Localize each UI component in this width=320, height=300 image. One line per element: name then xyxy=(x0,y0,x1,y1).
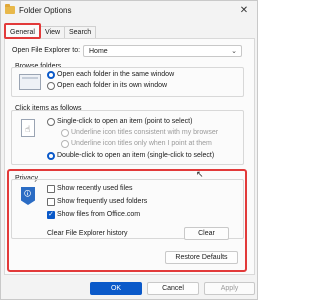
checkbox-frequent-folders[interactable] xyxy=(47,198,55,206)
title-bar: Folder Options ✕ xyxy=(1,1,257,21)
radio-single-click[interactable] xyxy=(47,118,55,126)
clear-button[interactable]: Clear xyxy=(184,227,229,240)
folder-icon xyxy=(5,4,15,14)
pointer-hand-icon xyxy=(21,119,35,137)
checkbox-recent-files[interactable] xyxy=(47,185,55,193)
underline-browser-label[interactable]: Underline icon titles consistent with my… xyxy=(71,129,218,136)
chevron-down-icon: ⌄ xyxy=(231,48,237,55)
tab-general[interactable]: General xyxy=(4,23,41,39)
same-window-label[interactable]: Open each folder in the same window xyxy=(57,71,174,78)
open-explorer-select[interactable]: Home ⌄ xyxy=(83,45,242,57)
close-button[interactable]: ✕ xyxy=(237,4,251,18)
frequent-folders-label[interactable]: Show frequently used folders xyxy=(57,198,147,205)
folder-options-dialog: Folder Options ✕ General View Search Ope… xyxy=(0,0,258,300)
restore-defaults-button[interactable]: Restore Defaults xyxy=(165,251,238,264)
radio-underline-browser[interactable] xyxy=(61,129,69,137)
window-title: Folder Options xyxy=(19,6,72,15)
checkbox-office-files[interactable]: ✓ xyxy=(47,211,55,219)
recent-files-label[interactable]: Show recently used files xyxy=(57,185,132,192)
browse-folders-icon xyxy=(19,74,41,90)
open-explorer-label: Open File Explorer to: xyxy=(12,47,81,54)
radio-double-click[interactable] xyxy=(47,152,55,160)
open-explorer-value: Home xyxy=(89,48,108,55)
underline-point-label[interactable]: Underline icon titles only when I point … xyxy=(71,140,212,147)
office-files-label[interactable]: Show files from Office.com xyxy=(57,211,140,218)
ok-button[interactable]: OK xyxy=(90,282,142,295)
double-click-label[interactable]: Double-click to open an item (single-cli… xyxy=(57,152,214,159)
radio-own-window[interactable] xyxy=(47,82,55,90)
single-click-label[interactable]: Single-click to open an item (point to s… xyxy=(57,118,192,125)
clear-history-label: Clear File Explorer history xyxy=(47,230,128,237)
own-window-label[interactable]: Open each folder in its own window xyxy=(57,82,167,89)
radio-same-window[interactable] xyxy=(47,71,55,79)
radio-underline-point[interactable] xyxy=(61,140,69,148)
apply-button[interactable]: Apply xyxy=(204,282,255,295)
cancel-button[interactable]: Cancel xyxy=(147,282,199,295)
